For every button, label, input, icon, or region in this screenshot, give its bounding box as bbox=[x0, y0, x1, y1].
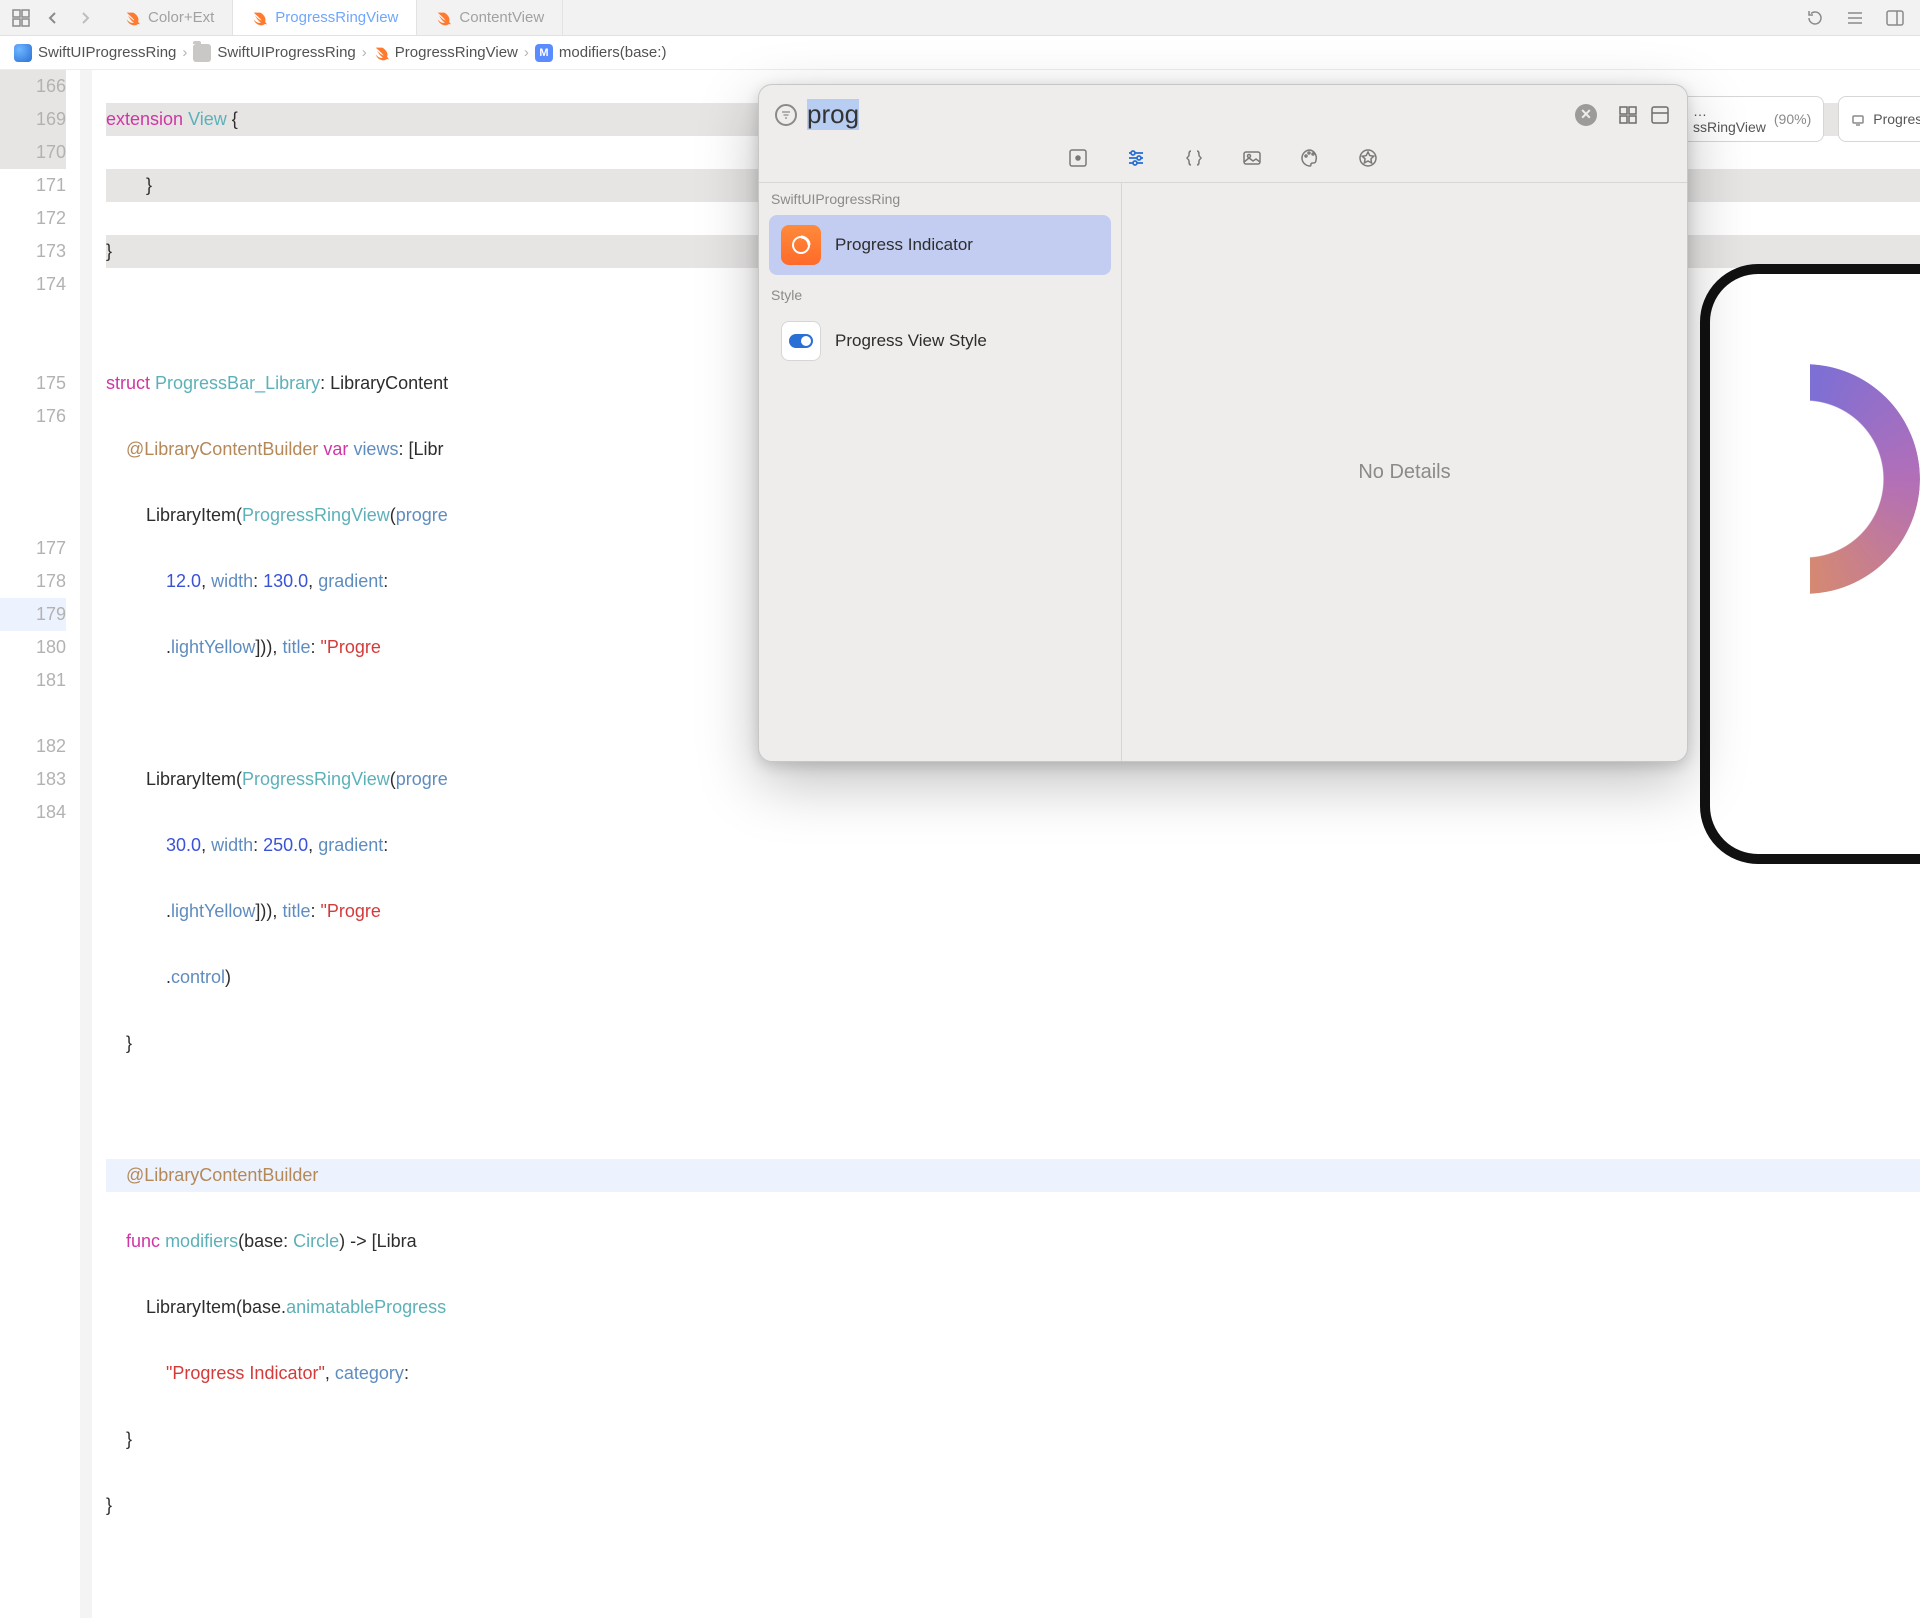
preview-tab-2[interactable]: Progres bbox=[1838, 96, 1920, 142]
library-item-progress-indicator[interactable]: Progress Indicator bbox=[769, 215, 1111, 275]
tab-label: Color+Ext bbox=[148, 9, 214, 26]
chevron-right-icon: › bbox=[522, 44, 531, 61]
library-category-bar bbox=[759, 140, 1687, 182]
refresh-icon[interactable] bbox=[1804, 7, 1826, 29]
list-view-icon[interactable] bbox=[1649, 104, 1671, 126]
method-badge-icon: M bbox=[535, 44, 553, 62]
views-category-icon[interactable] bbox=[1066, 146, 1090, 170]
crumb-symbol[interactable]: M modifiers(base:) bbox=[535, 44, 667, 62]
modifier-icon bbox=[781, 225, 821, 265]
crumb-folder[interactable]: SwiftUIProgressRing bbox=[193, 44, 355, 62]
library-section-header: Style bbox=[759, 279, 1121, 307]
snippets-category-icon[interactable] bbox=[1182, 146, 1206, 170]
filter-icon[interactable] bbox=[775, 104, 797, 126]
tabbar-right-tools bbox=[1790, 0, 1920, 35]
nav-back-icon[interactable] bbox=[42, 7, 64, 29]
tab-content-view[interactable]: ContentView bbox=[417, 0, 563, 35]
colors-category-icon[interactable] bbox=[1298, 146, 1322, 170]
chevron-right-icon: › bbox=[360, 44, 369, 61]
chevron-right-icon: › bbox=[180, 44, 189, 61]
library-search-input[interactable] bbox=[807, 99, 1565, 130]
grid-view-icon[interactable] bbox=[1617, 104, 1639, 126]
fold-ribbon[interactable] bbox=[80, 70, 92, 1618]
tab-label: ContentView bbox=[459, 9, 544, 26]
library-popover: ✕ SwiftUIProgressRing Progress Indicator bbox=[758, 84, 1688, 762]
tabbar-left-tools bbox=[0, 0, 106, 35]
clear-search-icon[interactable]: ✕ bbox=[1575, 104, 1597, 126]
app-icon bbox=[14, 44, 32, 62]
tab-progress-ring-view[interactable]: ProgressRingView bbox=[233, 0, 417, 35]
crumb-file[interactable]: ProgressRingView bbox=[373, 44, 518, 61]
sf-symbols-category-icon[interactable] bbox=[1356, 146, 1380, 170]
library-section-header: SwiftUIProgressRing bbox=[759, 183, 1121, 211]
line-number-gutter: 166 169 170 171 172 173 174 175 176 177 … bbox=[0, 70, 80, 1618]
breadcrumb: SwiftUIProgressRing › SwiftUIProgressRin… bbox=[0, 36, 1920, 70]
tab-color-ext[interactable]: Color+Ext bbox=[106, 0, 233, 35]
modifiers-category-icon[interactable] bbox=[1124, 146, 1148, 170]
navigator-grid-icon[interactable] bbox=[10, 7, 32, 29]
style-icon bbox=[781, 321, 821, 361]
library-results-list[interactable]: SwiftUIProgressRing Progress Indicator S… bbox=[759, 183, 1121, 761]
folder-icon bbox=[193, 44, 211, 62]
crumb-project[interactable]: SwiftUIProgressRing bbox=[14, 44, 176, 62]
device-icon bbox=[1851, 112, 1865, 126]
canvas-preview: …ssRingView (90%) Progres bbox=[1670, 96, 1920, 796]
split-editor-icon[interactable] bbox=[1884, 7, 1906, 29]
library-view-toggle bbox=[1607, 104, 1671, 126]
adjust-editor-icon[interactable] bbox=[1844, 7, 1866, 29]
media-category-icon[interactable] bbox=[1240, 146, 1264, 170]
tab-label: ProgressRingView bbox=[275, 9, 398, 26]
tab-bar: Color+Ext ProgressRingView ContentView bbox=[0, 0, 1920, 36]
library-detail-pane: No Details bbox=[1121, 183, 1687, 761]
nav-forward-icon[interactable] bbox=[74, 7, 96, 29]
preview-tab-1[interactable]: …ssRingView (90%) bbox=[1680, 96, 1824, 142]
library-item-progress-view-style[interactable]: Progress View Style bbox=[769, 311, 1111, 371]
